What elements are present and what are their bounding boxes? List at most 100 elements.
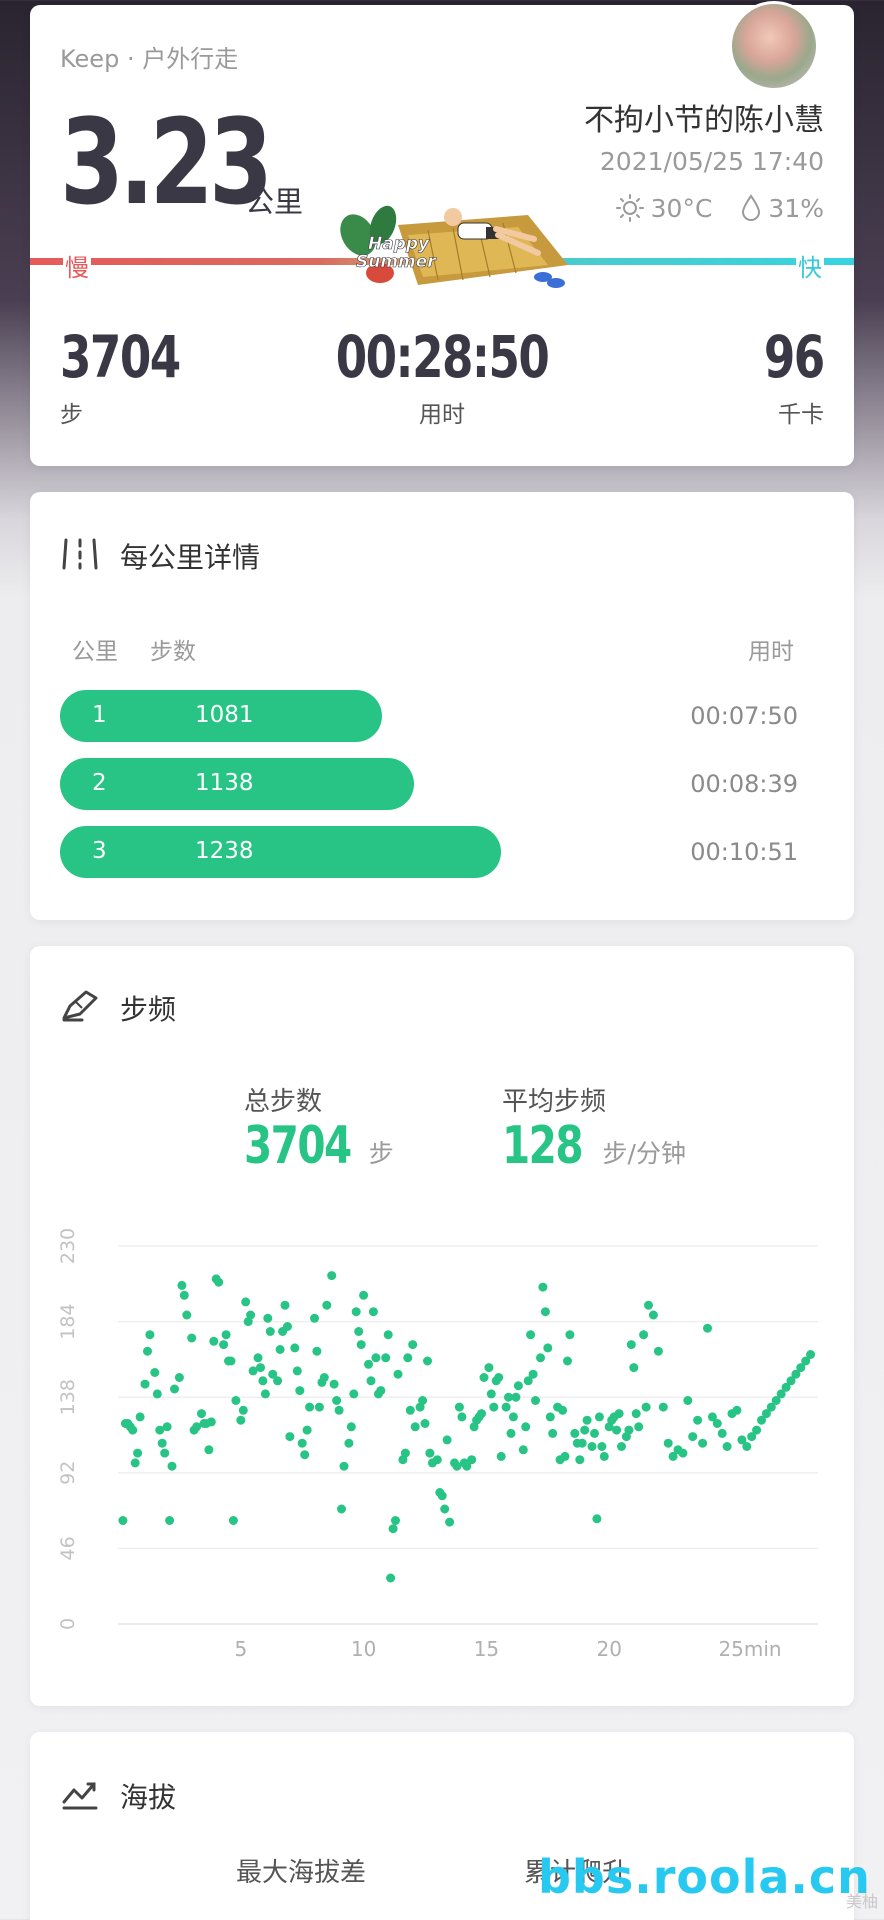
cadence-point <box>536 1353 545 1363</box>
cadence-point <box>204 1445 214 1455</box>
cadence-point <box>806 1350 816 1359</box>
cadence-point <box>531 1396 540 1405</box>
cadence-point <box>228 1516 238 1525</box>
col-header-km: 公里 <box>72 639 118 665</box>
cadence-point <box>577 1438 587 1448</box>
cadence-point <box>118 1516 128 1525</box>
avatar[interactable] <box>729 1 819 91</box>
cadence-point <box>445 1517 455 1527</box>
cadence-point <box>501 1402 511 1412</box>
steps-value: 3704 <box>60 323 181 391</box>
cadence-point <box>292 1366 302 1376</box>
cadence-title: 步频 <box>120 993 177 1026</box>
cadence-point <box>162 1422 172 1432</box>
cadence-point <box>518 1445 528 1455</box>
cadence-point <box>177 1280 187 1290</box>
cadence-point <box>538 1282 548 1292</box>
forum-watermark: bbs.roola.cn <box>538 1850 871 1904</box>
cadence-point <box>442 1435 452 1445</box>
cadence-point <box>742 1442 752 1451</box>
cadence-point <box>376 1386 386 1396</box>
cadence-point <box>322 1300 332 1310</box>
cadence-point <box>703 1323 712 1333</box>
cadence-point <box>165 1516 175 1525</box>
cadence-point <box>648 1310 658 1320</box>
cadence-point <box>386 1573 396 1583</box>
cadence-point <box>143 1346 152 1356</box>
cadence-point <box>260 1389 270 1399</box>
cadence-point <box>346 1422 356 1432</box>
cadence-point <box>477 1409 486 1419</box>
cadence-point <box>722 1442 732 1451</box>
cadence-point <box>290 1343 300 1353</box>
cadence-point <box>644 1300 653 1310</box>
cadence-point <box>454 1402 464 1412</box>
cadence-point <box>258 1376 268 1386</box>
cadence-point <box>238 1405 248 1415</box>
cadence-point <box>410 1422 420 1432</box>
cadence-point <box>371 1353 381 1363</box>
col-header-time: 用时 <box>748 639 794 665</box>
cadence-point <box>197 1409 206 1419</box>
cadence-point <box>160 1448 170 1458</box>
cadence-point <box>599 1451 609 1461</box>
humidity-drop-icon <box>742 194 761 221</box>
cadence-point <box>639 1330 649 1340</box>
cadence-point <box>383 1330 393 1340</box>
total-steps-unit: 步 <box>368 1139 394 1168</box>
cadence-point <box>297 1438 307 1448</box>
happy-summer-sticker: Happy Summer <box>340 205 568 288</box>
cadence-point <box>152 1389 162 1399</box>
cadence-point <box>219 1340 229 1350</box>
cadence-point <box>597 1442 607 1451</box>
total-steps-label: 总步数 <box>244 1087 323 1117</box>
distance-value: 3.23 <box>60 93 273 231</box>
cadence-point <box>236 1415 246 1425</box>
x-tick-label: 15 <box>474 1637 499 1661</box>
humidity: 31% <box>768 193 824 223</box>
cadence-point <box>381 1353 391 1363</box>
cadence-point <box>135 1412 145 1422</box>
x-tick-label: 25min <box>718 1637 781 1661</box>
cadence-point <box>283 1322 292 1331</box>
cadence-point <box>496 1451 506 1461</box>
km-steps: 1138 <box>195 770 254 796</box>
sticker-text-happy: Happy <box>368 234 430 254</box>
cadence-point <box>312 1346 322 1356</box>
cadence-point <box>187 1333 197 1343</box>
km-time: 00:08:39 <box>690 770 798 798</box>
cadence-point <box>658 1402 668 1412</box>
y-tick-label: 138 <box>57 1379 79 1415</box>
cadence-point <box>354 1327 364 1336</box>
cadence-point <box>241 1297 251 1307</box>
calories-label: 千卡 <box>778 402 824 428</box>
km-progress-bar: 2 1138 <box>60 758 414 810</box>
cadence-point <box>418 1396 428 1405</box>
cadence-point <box>494 1373 504 1382</box>
cadence-point <box>356 1340 366 1350</box>
cadence-point <box>420 1419 430 1428</box>
cadence-point <box>167 1461 177 1471</box>
cadence-point <box>351 1307 361 1317</box>
km-progress-bar: 3 1238 <box>60 826 501 878</box>
cadence-point <box>339 1461 349 1471</box>
cadence-point <box>221 1330 231 1340</box>
cadence-point <box>150 1368 160 1377</box>
cadence-point <box>528 1369 538 1379</box>
km-steps: 1081 <box>195 702 254 728</box>
cadence-point <box>302 1425 312 1435</box>
cadence-point <box>631 1409 641 1419</box>
cadence-point <box>295 1386 305 1396</box>
km-progress-bar: 1 1081 <box>60 690 382 742</box>
cadence-point <box>280 1300 290 1310</box>
cadence-point <box>653 1346 663 1356</box>
weather-info: 30°C 31% <box>615 193 824 223</box>
km-time: 00:10:51 <box>690 838 798 866</box>
calories-value: 96 <box>764 323 825 391</box>
workout-source: Keep · 户外行走 <box>60 45 239 73</box>
cadence-point <box>565 1330 575 1340</box>
cadence-point <box>629 1363 639 1373</box>
cadence-point <box>314 1402 324 1412</box>
duration-stat: 00:28:50 用时 <box>280 327 604 429</box>
cadence-point <box>563 1356 572 1366</box>
